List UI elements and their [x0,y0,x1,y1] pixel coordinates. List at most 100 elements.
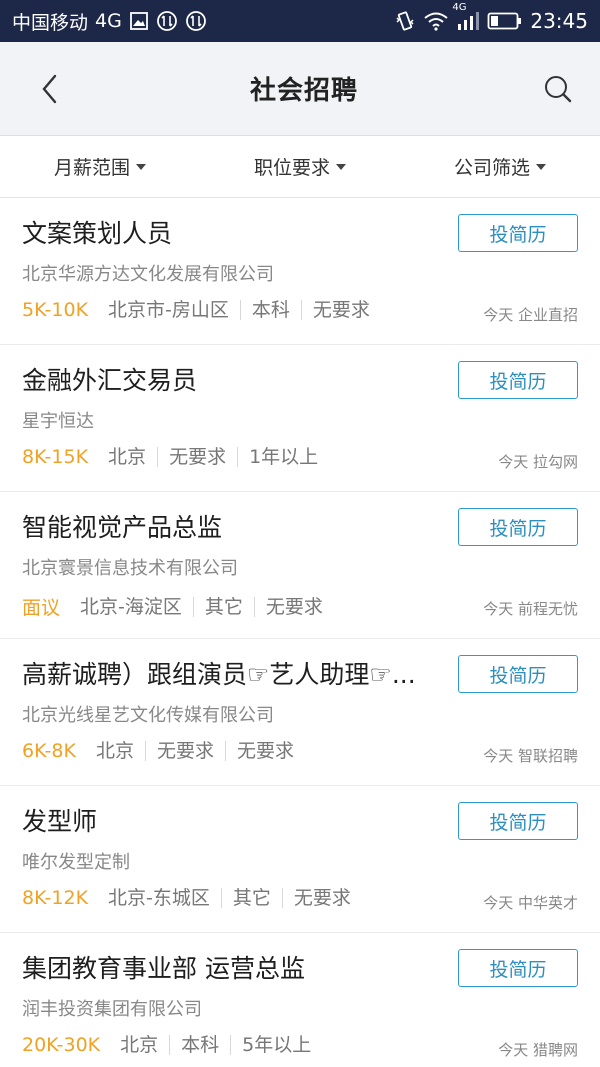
post-date: 今天 [498,1041,529,1059]
education-tag: 本科 [169,1035,230,1055]
filter-label: 公司筛选 [453,157,530,179]
company-name: 润丰投资集团有限公司 [22,999,202,1020]
filter-bar: 月薪范围 职位要求 公司筛选 [0,136,600,198]
clock-time: 23:45 [530,9,588,33]
post-info: 今天 中华英才 [483,892,578,913]
post-info: 今天 智联招聘 [483,745,578,766]
salary: 8K-15K [22,446,89,468]
salary: 5K-10K [22,299,89,321]
post-date: 今天 [498,453,529,471]
job-source: 企业直招 [517,306,578,324]
company-name: 唯尔发型定制 [22,852,130,873]
location-tag: 北京-东城区 [108,887,210,909]
job-source: 中华英才 [517,894,578,912]
education-tag: 其它 [220,888,282,908]
job-meta: 5K-10K 北京市-房山区 本科 无要求 [22,299,381,321]
company-name: 北京华源方达文化发展有限公司 [22,264,274,285]
job-source: 猎聘网 [532,1041,578,1059]
experience-tag: 无要求 [225,741,305,761]
salary: 20K-30K [22,1034,101,1056]
post-date: 今天 [483,306,514,324]
carrier-name: 中国移动 [12,11,89,34]
caret-down-icon [336,163,346,170]
experience-tag: 1年以上 [237,447,329,467]
job-item[interactable]: 文案策划人员 投简历 北京华源方达文化发展有限公司 5K-10K 北京市-房山区… [0,198,600,345]
experience-tag: 5年以上 [230,1035,322,1055]
job-title: 发型师 [22,807,98,836]
signal-icon: 4G [452,2,480,32]
search-button[interactable] [538,69,578,109]
post-info: 今天 猎聘网 [498,1039,578,1060]
job-source: 智联招聘 [517,747,578,765]
job-title: 集团教育事业部 运营总监 [22,954,305,983]
education-tag: 无要求 [157,447,237,467]
post-date: 今天 [483,747,514,765]
post-info: 今天 拉勾网 [498,451,578,472]
page-title: 社会招聘 [249,76,358,106]
signal-label: 4G [452,2,467,13]
job-title: 金融外汇交易员 [22,366,198,395]
job-item[interactable]: 发型师 投简历 唯尔发型定制 8K-12K 北京-东城区 其它 无要求 今天 中… [0,786,600,933]
job-meta: 8K-15K 北京 无要求 1年以上 [22,446,329,468]
location-tag: 北京-海淀区 [80,595,182,618]
caret-down-icon [136,163,146,170]
job-meta: 20K-30K 北京 本科 5年以上 [22,1034,322,1056]
job-source: 拉勾网 [532,453,578,471]
filter-salary-range[interactable]: 月薪范围 [54,153,146,180]
job-source: 前程无忧 [517,600,578,618]
status-right: 4G 23:45 [394,2,588,33]
job-title: 文案策划人员 [22,219,173,248]
apply-button[interactable]: 投简历 [458,655,578,693]
status-left: 中国移动 4G [12,8,207,35]
job-title: 高薪诚聘）跟组演员☞艺人助理☞... [22,660,416,689]
location-tag: 北京 [95,740,134,762]
filter-company[interactable]: 公司筛选 [454,153,546,180]
job-item[interactable]: 高薪诚聘）跟组演员☞艺人助理☞... 投简历 北京光线星艺文化传媒有限公司 6K… [0,639,600,786]
caret-down-icon [536,163,546,170]
filter-label: 职位要求 [253,157,330,179]
job-item[interactable]: 金融外汇交易员 投简历 星宇恒达 8K-15K 北京 无要求 1年以上 今天 拉… [0,345,600,492]
salary: 面议 [22,597,61,619]
location-tag: 北京 [108,446,147,468]
education-tag: 其它 [192,596,254,617]
job-item[interactable]: 智能视觉产品总监 投简历 北京寰景信息技术有限公司 面议 北京-海淀区 其它 无… [0,492,600,639]
filter-job-requirements[interactable]: 职位要求 [254,153,346,180]
post-date: 今天 [483,894,514,912]
salary: 8K-12K [22,887,89,909]
job-title: 智能视觉产品总监 [22,513,223,542]
sync-icon [156,10,178,32]
chevron-left-icon [42,74,57,103]
status-bar: 中国移动 4G 4G 23:45 [0,0,600,42]
job-item[interactable]: 集团教育事业部 运营总监 投简历 润丰投资集团有限公司 20K-30K 北京 本… [0,933,600,1067]
job-list: 文案策划人员 投简历 北京华源方达文化发展有限公司 5K-10K 北京市-房山区… [0,198,600,1067]
wifi-icon [423,11,449,31]
search-icon [544,75,572,102]
job-meta: 面议 北京-海淀区 其它 无要求 [22,593,334,620]
apply-button[interactable]: 投简历 [458,949,578,987]
company-name: 北京光线星艺文化传媒有限公司 [22,705,274,726]
apply-button[interactable]: 投简历 [458,361,578,399]
job-meta: 6K-8K 北京 无要求 无要求 [22,740,305,762]
location-tag: 北京 [120,1034,159,1056]
back-button[interactable] [30,69,70,109]
sync-icon [185,10,207,32]
salary: 6K-8K [22,740,76,762]
apply-button[interactable]: 投简历 [458,508,578,546]
filter-label: 月薪范围 [53,157,130,179]
post-info: 今天 前程无忧 [483,598,578,619]
company-name: 北京寰景信息技术有限公司 [22,558,238,579]
job-meta: 8K-12K 北京-东城区 其它 无要求 [22,887,362,909]
company-name: 星宇恒达 [22,411,94,432]
experience-tag: 无要求 [253,596,334,617]
network-type: 4G [95,10,122,32]
apply-button[interactable]: 投简历 [458,802,578,840]
experience-tag: 无要求 [300,300,381,320]
location-tag: 北京市-房山区 [108,299,229,321]
battery-icon [487,11,523,31]
apply-button[interactable]: 投简历 [458,214,578,252]
post-date: 今天 [483,600,514,618]
education-tag: 无要求 [144,741,225,761]
image-icon [129,11,149,31]
experience-tag: 无要求 [281,888,362,908]
nav-bar: 社会招聘 [0,42,600,136]
